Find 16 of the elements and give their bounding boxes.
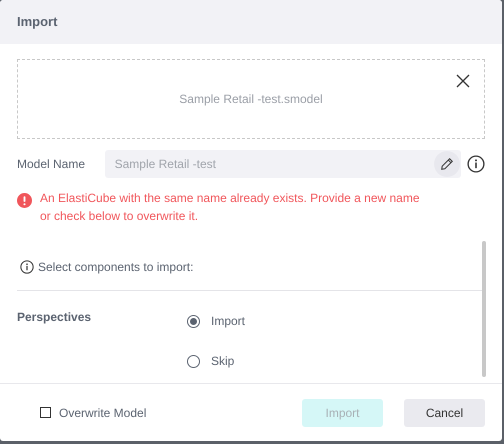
component-label: Perspectives [17, 309, 92, 326]
cancel-button[interactable]: Cancel [404, 398, 485, 426]
close-icon[interactable] [456, 74, 470, 88]
error-message: An ElastiCube with the same name already exists. Provide a new name or check below to overwrite it. [40, 190, 420, 225]
info-icon [20, 260, 34, 274]
info-icon [467, 155, 485, 173]
model-name-field[interactable]: Sample Retail -test [104, 150, 461, 178]
error-icon [17, 193, 32, 208]
dialog-title: Import [17, 13, 58, 32]
radio-option[interactable]: Import [187, 312, 246, 330]
field-label: Model Name [17, 156, 86, 173]
overwrite-checkbox[interactable]: Overwrite Model [40, 404, 146, 422]
radio-option[interactable]: Skip [187, 352, 246, 370]
file-name: Sample Retail -test.smodel [179, 91, 323, 108]
scrollbar[interactable] [482, 241, 486, 377]
section-hint: Select components to import: [38, 258, 194, 276]
